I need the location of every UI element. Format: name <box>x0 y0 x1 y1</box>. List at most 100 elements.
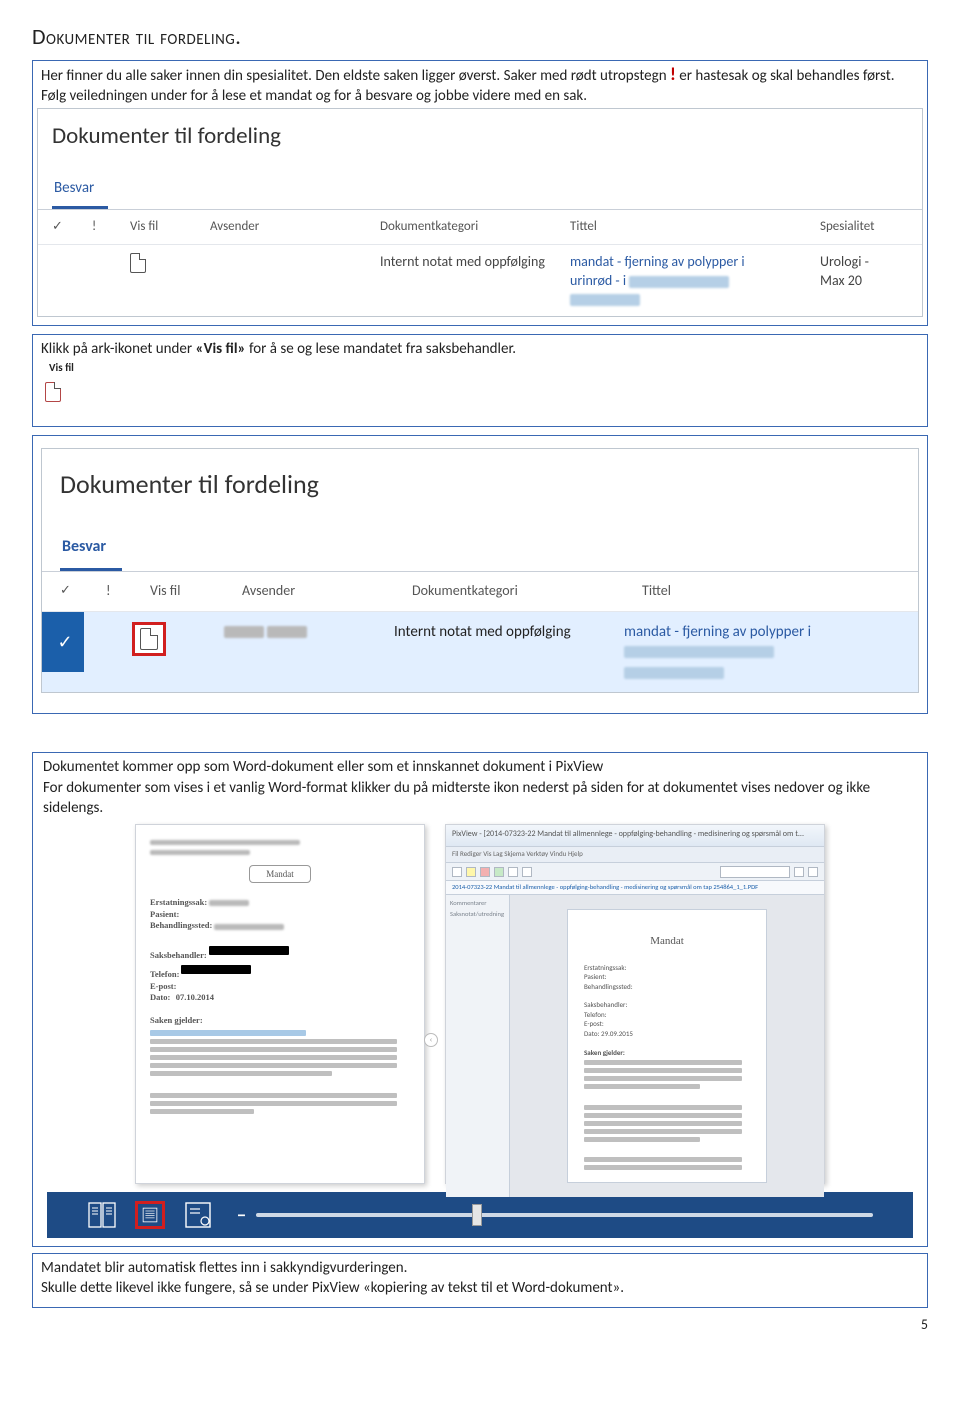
caption-bottom-1: Mandatet blir automatisk flettes inn i s… <box>41 1258 919 1278</box>
body-line <box>584 1113 742 1118</box>
caption-part-a: Klikk på ark-ikonet under <box>41 340 196 358</box>
web-layout-icon[interactable] <box>183 1201 213 1229</box>
redacted-text <box>224 626 264 638</box>
body-line <box>584 1105 742 1110</box>
col-kategori: Dokumentkategori <box>380 218 570 236</box>
tab-besvar[interactable]: Besvar <box>60 526 122 571</box>
pixview-file-tab[interactable]: 2014-07323-22 Mandat til allmennlege - o… <box>446 881 824 895</box>
body-line <box>584 1165 742 1170</box>
pixview-page-area: Mandat Erstatningssak: Pasient: Behandli… <box>510 895 824 1197</box>
pixview-page: Mandat Erstatningssak: Pasient: Behandli… <box>567 909 767 1183</box>
cell-spesialitet: Urologi - Max 20 <box>820 253 940 291</box>
search-box[interactable] <box>720 866 790 878</box>
tool-icon[interactable] <box>794 867 804 877</box>
zoom-out-icon[interactable]: − <box>237 1203 246 1227</box>
document-icon[interactable] <box>140 628 158 650</box>
cell-visfil[interactable] <box>132 622 224 656</box>
row-checkmark[interactable]: ✓ <box>42 612 84 673</box>
pixview-titlebar: PixView - [2014-07323-22 Mandat til allm… <box>446 825 824 847</box>
screenshot-docs-list-2: Dokumenter til fordeling Besvar ✓ ! Vis … <box>41 448 919 693</box>
screenshot-docs-list-1: Dokumenter til fordeling Besvar ✓ ! Vis … <box>37 108 923 317</box>
col-check: ✓ <box>60 582 106 601</box>
redacted-text <box>629 276 729 288</box>
tool-icon[interactable] <box>522 867 532 877</box>
body-line <box>584 1068 742 1073</box>
pixview-menu[interactable]: Fil Rediger Vis Lag Skjema Verktøy Vindu… <box>446 847 824 863</box>
word-fields: Erstatningssak: Pasient: Behandlingssted… <box>150 897 410 1114</box>
info-box-1: Her finner du alle saker innen din spesi… <box>32 60 928 326</box>
redacted-text <box>214 924 284 930</box>
info-box-3: Dokumenter til fordeling Besvar ✓ ! Vis … <box>32 435 928 714</box>
para3-line2: For dokumenter som vises i et vanlig Wor… <box>43 779 870 817</box>
para3-line1: Dokumentet kommer opp som Word-dokument … <box>43 758 603 776</box>
table-row-selected[interactable]: ✓ Internt notat med oppfølging mandat - … <box>42 612 918 693</box>
slider-thumb[interactable] <box>472 1204 482 1226</box>
lbl-epost: E-post: <box>150 981 176 991</box>
spes-line2: Max 20 <box>820 272 862 289</box>
intro-paragraph: Her finner du alle saker innen din spesi… <box>41 65 919 107</box>
tool-icon[interactable] <box>480 867 490 877</box>
slider-track[interactable] <box>256 1213 873 1217</box>
cell-avsender <box>224 622 394 642</box>
side-tab-kommentarer[interactable]: Kommentarer <box>450 899 505 908</box>
cell-tittel[interactable]: mandat - fjerning av polypper i urinrød … <box>570 253 820 310</box>
redacted-text <box>570 294 640 306</box>
info-box-2: Klikk på ark-ikonet under «Vis fil» for … <box>32 334 928 427</box>
visfil-thumbnail: Vis fil <box>45 361 919 408</box>
print-layout-icon[interactable] <box>87 1201 117 1229</box>
body-line <box>584 1157 742 1162</box>
cell-tittel[interactable]: mandat - fjerning av polypper i <box>624 622 844 683</box>
caption-bottom-2: Skulle dette likevel ikke fungere, så se… <box>41 1278 919 1298</box>
page-number: 5 <box>32 1316 928 1335</box>
body-line <box>150 1047 397 1052</box>
document-icon[interactable] <box>130 253 146 273</box>
body-line <box>150 1039 397 1044</box>
body-line <box>584 1121 742 1126</box>
document-pair: Mandat Erstatningssak: Pasient: Behandli… <box>51 824 909 1184</box>
tittel-line2: urinrød - i <box>570 272 626 289</box>
cell-kategori: Internt notat med oppfølging <box>380 253 570 272</box>
col-tittel: Tittel <box>570 218 820 236</box>
panel-title: Dokumenter til fordeling <box>38 109 922 170</box>
zoom-slider[interactable]: − <box>237 1203 873 1227</box>
tool-icon[interactable] <box>508 867 518 877</box>
redacted-text <box>150 840 300 845</box>
pixview-toolbar[interactable] <box>446 863 824 881</box>
redacted-text <box>624 646 774 658</box>
tab-row: Besvar <box>38 170 922 210</box>
pixview-title-text: 2014-07323-22 Mandat til allmennlege - o… <box>486 829 804 839</box>
intro-line-1b: er hastesak og skal behandles først. <box>679 67 894 85</box>
spes-line1: Urologi - <box>820 253 869 270</box>
lbl-saksbehandler: Saksbehandler: <box>150 950 207 960</box>
lbl-dato: Dato: 29.09.2015 <box>584 1029 750 1038</box>
body-line <box>584 1076 742 1081</box>
col-avsender: Avsender <box>242 582 412 601</box>
pixview-sidebar[interactable]: Kommentarer Saksnotat/utredning <box>446 895 510 1197</box>
body-line <box>150 1093 397 1098</box>
tool-icon[interactable] <box>466 867 476 877</box>
body-line <box>584 1137 700 1142</box>
table-row[interactable]: Internt notat med oppfølging mandat - fj… <box>38 245 922 316</box>
tool-icon[interactable] <box>494 867 504 877</box>
reading-layout-icon[interactable] <box>135 1201 165 1229</box>
body-line <box>584 1129 742 1134</box>
lbl-pasient: Pasient: <box>150 909 179 919</box>
intro-line-2: Følg veiledningen under for å lese et ma… <box>41 87 587 105</box>
tab-besvar[interactable]: Besvar <box>52 170 108 209</box>
lbl-pasient: Pasient: <box>584 972 750 981</box>
redacted-black <box>181 965 251 974</box>
tittel-line1: mandat - fjerning av polypper i <box>624 623 811 641</box>
body-line <box>150 1109 254 1114</box>
cell-visfil[interactable] <box>130 253 210 279</box>
expand-icon[interactable]: ‹ <box>424 1033 438 1047</box>
document-icon <box>45 382 61 402</box>
tool-icon[interactable] <box>452 867 462 877</box>
col-avsender: Avsender <box>210 218 380 236</box>
tool-icon[interactable] <box>808 867 818 877</box>
col-urgent: ! <box>106 582 150 601</box>
side-tab-notat[interactable]: Saksnotat/utredning <box>450 910 505 919</box>
lbl-erstatningssak: Erstatningssak: <box>584 963 750 972</box>
tittel-line1: mandat - fjerning av polypper i <box>570 253 745 270</box>
lbl-dato: Dato: <box>150 992 170 1002</box>
lbl-behandlingssted: Behandlingssted: <box>584 982 750 991</box>
